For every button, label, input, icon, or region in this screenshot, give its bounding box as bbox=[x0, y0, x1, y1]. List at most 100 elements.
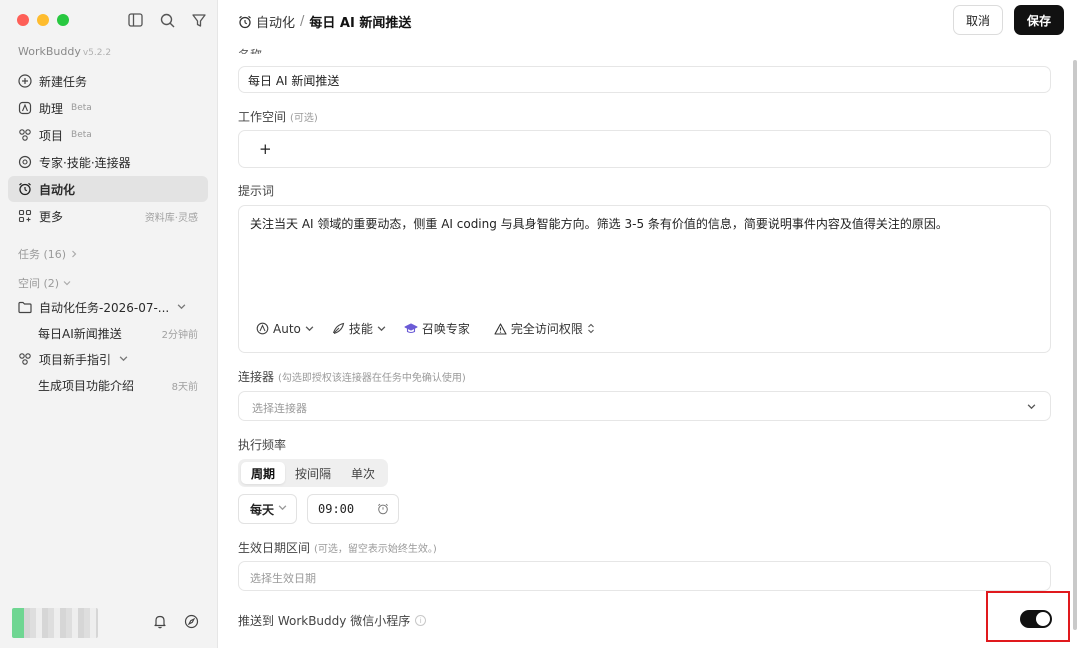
tree-item-label: 自动化任务-2026-07-... bbox=[39, 300, 170, 315]
tab-periodic[interactable]: 周期 bbox=[241, 462, 286, 484]
tasks-section-label: 任务 (16) bbox=[18, 248, 67, 261]
tasks-section-header[interactable]: 任务 (16) bbox=[18, 246, 78, 262]
skills-selector[interactable]: 技能 bbox=[332, 320, 386, 337]
push-toggle[interactable] bbox=[1020, 610, 1052, 628]
access-permission-selector[interactable]: 完全访问权限 bbox=[494, 320, 595, 337]
sidebar-item-assistant[interactable]: 助理 Beta bbox=[8, 95, 208, 121]
chevron-right-icon bbox=[70, 248, 78, 261]
sidebar-item-label: 专家·技能·连接器 bbox=[39, 155, 131, 170]
page-title: 每日 AI 新闻推送 bbox=[309, 16, 412, 31]
tab-interval[interactable]: 按间隔 bbox=[285, 462, 341, 484]
skills-icon bbox=[332, 322, 345, 335]
app-brand: WorkBuddy v5.2.2 bbox=[18, 45, 111, 58]
push-label: 推送到 WorkBuddy 微信小程序 bbox=[238, 614, 411, 628]
workspace-field[interactable]: + bbox=[238, 130, 1051, 168]
compass-icon[interactable] bbox=[184, 614, 199, 632]
sidebar-toggle-icon[interactable] bbox=[126, 11, 144, 29]
date-range-picker[interactable]: 选择生效日期 bbox=[238, 561, 1051, 591]
spaces-tree: 自动化任务-2026-07-... 每日AI新闻推送 2分钟前 项目新手指引 生… bbox=[8, 294, 208, 398]
header-bar: 自动化 / 每日 AI 新闻推送 取消 保存 bbox=[218, 0, 1080, 42]
tree-item-time: 2分钟前 bbox=[161, 329, 198, 341]
project-icon bbox=[18, 128, 32, 142]
tree-item-label: 每日AI新闻推送 bbox=[38, 326, 122, 341]
sidebar-item-experts[interactable]: 专家·技能·连接器 bbox=[8, 149, 208, 175]
beta-badge: Beta bbox=[71, 103, 92, 113]
frequency-label: 执行频率 bbox=[238, 438, 287, 452]
chevron-down-icon bbox=[377, 324, 386, 333]
project-icon bbox=[18, 352, 32, 366]
sidebar-nav: 新建任务 助理 Beta 项目 Beta 专家·技能·连接器 自动化 更多 资料… bbox=[8, 68, 208, 230]
workspace-label: 工作空间 (可选) bbox=[238, 108, 318, 125]
search-icon[interactable] bbox=[158, 11, 176, 29]
save-button[interactable]: 保存 bbox=[1014, 5, 1064, 35]
date-range-hint: (可选，留空表示始终生效。) bbox=[314, 544, 437, 555]
assistant-icon bbox=[18, 101, 32, 115]
sidebar-item-more[interactable]: 更多 资料库·灵感 bbox=[8, 203, 208, 229]
sidebar-item-project[interactable]: 项目 Beta bbox=[8, 122, 208, 148]
workspace-optional: (可选) bbox=[290, 113, 318, 124]
time-input[interactable]: 09:00 bbox=[307, 494, 399, 524]
add-workspace-button[interactable]: + bbox=[259, 140, 272, 158]
chevron-down-icon[interactable] bbox=[119, 352, 128, 366]
tree-item-feature-intro[interactable]: 生成项目功能介绍 8天前 bbox=[8, 372, 208, 398]
spaces-section-header[interactable]: 空间 (2) bbox=[18, 275, 71, 291]
auto-model-icon bbox=[256, 322, 269, 335]
app-version: v5.2.2 bbox=[82, 48, 112, 58]
breadcrumb: 自动化 / 每日 AI 新闻推送 bbox=[238, 12, 411, 31]
sidebar-footer bbox=[12, 602, 208, 642]
warning-icon bbox=[494, 322, 507, 335]
skills-label: 技能 bbox=[348, 322, 373, 336]
chevron-updown-icon bbox=[587, 323, 595, 334]
close-window-button[interactable] bbox=[17, 14, 29, 26]
bell-icon[interactable] bbox=[153, 614, 167, 632]
chevron-down-icon bbox=[63, 277, 71, 290]
info-icon[interactable]: i bbox=[415, 615, 427, 626]
period-select[interactable]: 每天 bbox=[238, 494, 297, 524]
name-input[interactable]: 每日 AI 新闻推送 bbox=[238, 66, 1051, 93]
tree-item-label: 项目新手指引 bbox=[39, 352, 112, 367]
scrollbar[interactable] bbox=[1073, 60, 1077, 630]
tree-item-label: 生成项目功能介绍 bbox=[38, 378, 135, 393]
prompt-label: 提示词 bbox=[238, 184, 275, 198]
push-setting: 推送到 WorkBuddy 微信小程序 i bbox=[238, 612, 427, 629]
sidebar-item-label: 更多 bbox=[39, 209, 64, 224]
breadcrumb-parent[interactable]: 自动化 bbox=[256, 12, 295, 31]
sidebar-item-label: 助理 bbox=[39, 101, 64, 116]
tree-item-automation-folder[interactable]: 自动化任务-2026-07-... bbox=[8, 294, 208, 320]
name-label: 名称 bbox=[238, 44, 262, 54]
connector-label-text: 连接器 bbox=[238, 370, 275, 384]
summon-expert-button[interactable]: 召唤专家 bbox=[404, 320, 470, 337]
workspace-label-text: 工作空间 bbox=[238, 110, 287, 124]
connector-placeholder: 选择连接器 bbox=[252, 402, 307, 415]
sidebar-item-new-task[interactable]: 新建任务 bbox=[8, 68, 208, 94]
window-controls bbox=[17, 14, 69, 26]
beta-badge: Beta bbox=[71, 130, 92, 140]
filter-icon[interactable] bbox=[190, 11, 208, 29]
date-range-placeholder: 选择生效日期 bbox=[250, 572, 316, 585]
date-range-label: 生效日期区间 (可选，留空表示始终生效。) bbox=[238, 539, 437, 556]
access-label: 完全访问权限 bbox=[510, 322, 583, 336]
minimize-window-button[interactable] bbox=[37, 14, 49, 26]
user-avatar[interactable] bbox=[12, 608, 98, 638]
chevron-down-icon[interactable] bbox=[177, 300, 186, 314]
cancel-button[interactable]: 取消 bbox=[953, 5, 1003, 35]
chevron-down-icon bbox=[305, 324, 314, 333]
prompt-textarea[interactable]: 关注当天 AI 领域的重要动态，侧重 AI coding 与具身智能方向。筛选 … bbox=[250, 215, 1040, 233]
tab-once[interactable]: 单次 bbox=[341, 462, 385, 484]
model-label: Auto bbox=[273, 321, 301, 336]
tree-item-project-guide[interactable]: 项目新手指引 bbox=[8, 346, 208, 372]
connector-select[interactable]: 选择连接器 bbox=[238, 391, 1051, 421]
tree-item-daily-ai-news[interactable]: 每日AI新闻推送 2分钟前 bbox=[8, 320, 208, 346]
prompt-field[interactable]: 关注当天 AI 领域的重要动态，侧重 AI coding 与具身智能方向。筛选 … bbox=[238, 205, 1051, 353]
chevron-down-icon bbox=[1027, 402, 1036, 411]
model-selector[interactable]: Auto bbox=[256, 322, 314, 336]
alarm-clock-icon[interactable] bbox=[377, 503, 389, 515]
sidebar-item-label: 项目 bbox=[39, 128, 64, 143]
sidebar-item-automation[interactable]: 自动化 bbox=[8, 176, 208, 202]
frequency-tabs: 周期 按间隔 单次 bbox=[238, 459, 389, 487]
alarm-clock-icon bbox=[18, 182, 32, 196]
more-subtitle: 资料库·灵感 bbox=[144, 212, 198, 224]
maximize-window-button[interactable] bbox=[57, 14, 69, 26]
tree-item-time: 8天前 bbox=[171, 381, 198, 393]
sidebar: WorkBuddy v5.2.2 新建任务 助理 Beta 项目 Beta 专家·… bbox=[0, 0, 218, 648]
